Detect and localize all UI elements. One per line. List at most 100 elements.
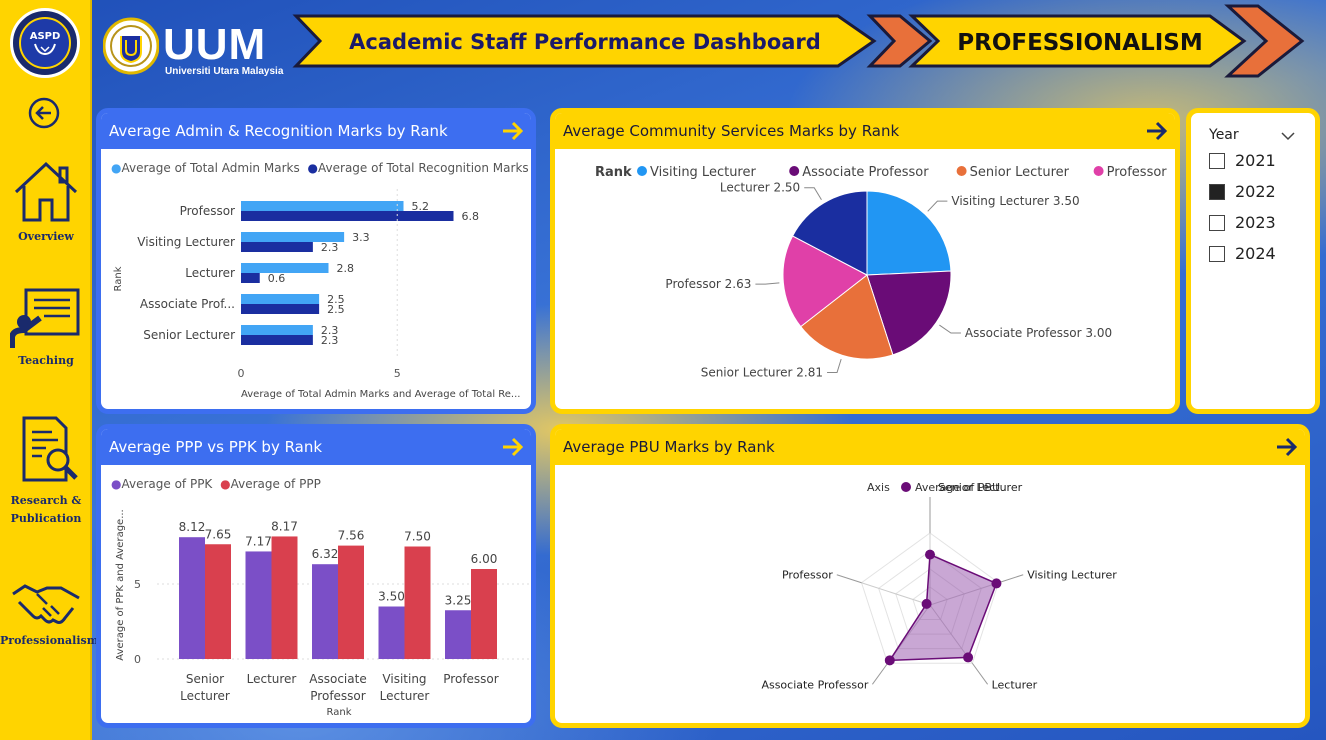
radar-point	[884, 655, 895, 666]
arrow-right-icon[interactable]	[501, 119, 525, 143]
data-label: 2.3	[321, 241, 339, 254]
year-checkbox[interactable]	[1209, 245, 1225, 262]
data-label: 3.25	[445, 593, 472, 607]
pie-slice	[866, 190, 952, 276]
bar	[241, 294, 320, 304]
year-checkbox[interactable]	[1209, 183, 1225, 200]
legend-title: Rank	[595, 165, 632, 180]
chevron-down-icon[interactable]	[1281, 131, 1295, 141]
legend-entry: Visiting Lecturer	[650, 165, 756, 180]
admin-recognition-title: Average Admin & Recognition Marks by Ran…	[101, 113, 531, 149]
ppp-ppk-title-text: Average PPP vs PPK by Rank	[109, 438, 323, 456]
nav-overview-label: Overview	[18, 230, 74, 243]
wreath-icon	[34, 43, 56, 55]
ppp-ppk-panel: Average PPP vs PPK by Rank ●Average of P…	[96, 424, 536, 728]
y-tick-label: 5	[134, 578, 141, 591]
bar	[179, 537, 205, 659]
bar	[471, 569, 497, 659]
bar	[245, 551, 272, 659]
legend-marker	[956, 166, 967, 176]
leader-line	[804, 187, 822, 200]
radar-point	[921, 598, 932, 609]
year-option-2022[interactable]: 2022	[1209, 182, 1276, 201]
header: UUM Universiti Utara Malaysia Academic S…	[95, 0, 1326, 88]
radar-axis-label: Associate Professor	[761, 678, 868, 691]
bar	[241, 201, 404, 211]
data-label: 6.8	[462, 210, 480, 223]
admin-recognition-panel: Average Admin & Recognition Marks by Ran…	[96, 108, 536, 414]
nav-overview[interactable]: Overview	[0, 160, 92, 243]
y-tick-label: 0	[134, 653, 141, 666]
year-label: 2021	[1235, 151, 1276, 170]
bar	[241, 242, 313, 252]
pbu-chart: Axis Average of PBUSenior LecturerVisitin…	[761, 481, 1117, 691]
leader-line	[971, 662, 989, 685]
arrow-right-icon[interactable]	[1145, 119, 1169, 143]
data-label: 7.17	[245, 534, 272, 548]
slice-label: Visiting Lecturer 3.50	[951, 194, 1079, 208]
legend-ppk: Average of PPK	[121, 477, 213, 491]
year-slicer-panel: Year 2021 2022 2023 2024	[1186, 108, 1320, 414]
leader-line	[927, 200, 948, 212]
ppp-ppk-legend: ●Average of PPK ●Average of PPP	[111, 477, 321, 491]
back-arrow-icon[interactable]	[27, 96, 61, 130]
legend-marker	[789, 166, 800, 176]
radar-point	[991, 578, 1002, 589]
x-tick-label: Associate	[309, 672, 366, 686]
nav-teaching[interactable]: Teaching	[0, 286, 92, 367]
x-tick-label: Lecturer	[180, 689, 230, 703]
bar	[404, 546, 431, 659]
community-chart: Rank Visiting Lecturer Associate Professor…	[595, 165, 1168, 380]
data-label: 7.65	[205, 527, 232, 541]
slice-label: Senior Lecturer 2.81	[701, 366, 823, 380]
bar	[241, 211, 454, 221]
year-checkbox[interactable]	[1209, 152, 1225, 169]
arrow-right-icon[interactable]	[1275, 435, 1299, 459]
community-title-text: Average Community Services Marks by Rank	[563, 122, 900, 140]
x-axis-label: Average of Total Admin Marks and Average…	[241, 389, 520, 400]
y-axis-label: Average of PPK and Average...	[115, 509, 126, 660]
leader-line	[836, 574, 862, 584]
year-label: 2022	[1235, 182, 1276, 201]
nav-research-label: Research & Publication	[10, 494, 82, 525]
year-option-2021[interactable]: 2021	[1209, 151, 1276, 170]
data-label: 6.00	[471, 552, 498, 566]
radar-axis-label: Professor	[782, 569, 833, 582]
bar	[378, 606, 405, 659]
year-checkbox[interactable]	[1209, 214, 1225, 231]
admin-recognition-legend: ●Average of Total Admin Marks ●Average o…	[111, 161, 529, 175]
leader-line	[755, 282, 780, 285]
x-tick-label: Professor	[310, 689, 365, 703]
x-tick-label: 5	[394, 367, 401, 380]
nav-professionalism[interactable]: Professionalism	[0, 580, 99, 647]
pbu-title: Average PBU Marks by Rank	[555, 429, 1305, 465]
radar-point	[963, 652, 974, 663]
ppp-ppk-title: Average PPP vs PPK by Rank	[101, 429, 531, 465]
admin-recognition-chart: Professor 5.26.8Visiting Lecturer 3.32.3Le…	[113, 189, 520, 400]
data-label: 8.12	[179, 520, 206, 534]
year-option-2023[interactable]: 2023	[1209, 213, 1276, 232]
y-tick-label: Visiting Lecturer	[137, 235, 235, 249]
legend-entry: Professor	[1107, 165, 1168, 180]
data-label: 2.8	[337, 262, 355, 275]
radar-area	[888, 553, 998, 662]
leader-line	[998, 574, 1024, 584]
x-tick-label: Senior	[186, 672, 224, 686]
year-label: 2024	[1235, 244, 1276, 263]
leader-line	[827, 358, 842, 374]
slicer-title: Year	[1209, 127, 1239, 143]
arrow-right-icon[interactable]	[501, 435, 525, 459]
nav-research[interactable]: Research & Publication	[0, 414, 92, 528]
year-option-2024[interactable]: 2024	[1209, 244, 1276, 263]
x-tick-label: Professor	[443, 672, 498, 686]
x-tick-label: Visiting	[382, 672, 426, 686]
x-tick-label: Lecturer	[380, 689, 430, 703]
sidebar: ASPD Overview Teaching Research & Public…	[0, 0, 99, 740]
nav-professionalism-label: Professionalism	[0, 634, 99, 647]
bar	[241, 304, 320, 314]
admin-recognition-title-text: Average Admin & Recognition Marks by Ran…	[109, 122, 448, 140]
ppp-ppk-chart: 0 5 8.127.65 Senior Lecturer 7.178.17 Lecturer…	[115, 509, 529, 718]
teacher-board-icon	[9, 288, 80, 348]
uum-title: UUM	[163, 20, 267, 69]
leader-line	[871, 662, 889, 685]
